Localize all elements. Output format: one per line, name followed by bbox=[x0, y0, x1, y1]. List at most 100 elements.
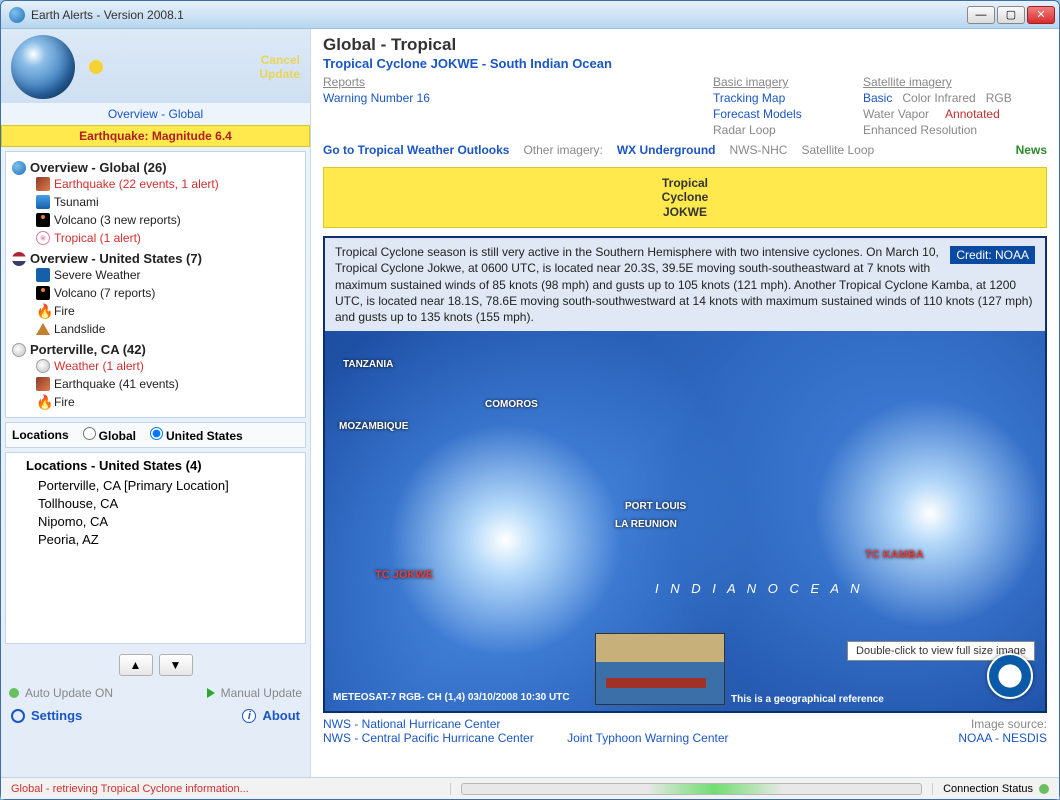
sat-cir-link[interactable]: Color Infrared bbox=[902, 91, 975, 105]
satellite-description: Credit: NOAA Tropical Cyclone season is … bbox=[325, 238, 1045, 331]
nws-nhc-link[interactable]: NWS-NHC bbox=[729, 143, 787, 157]
scope-global-radio[interactable]: Global bbox=[75, 427, 136, 443]
wx-underground-link[interactable]: WX Underground bbox=[617, 143, 716, 157]
gear-icon bbox=[11, 709, 25, 723]
weather-icon bbox=[12, 343, 26, 357]
tree-item[interactable]: Volcano (7 reports) bbox=[12, 284, 299, 302]
minimize-button[interactable]: — bbox=[967, 6, 995, 24]
sat-loop-link[interactable]: Satellite Loop bbox=[801, 143, 874, 157]
outlook-link[interactable]: Go to Tropical Weather Outlooks bbox=[323, 143, 509, 157]
sat-imagery-header: Satellite imagery bbox=[863, 75, 1047, 89]
jtwc-link[interactable]: Joint Typhoon Warning Center bbox=[567, 731, 728, 745]
landslide-icon bbox=[36, 323, 50, 335]
geo-thumb bbox=[595, 633, 725, 705]
nhc-link[interactable]: NWS - National Hurricane Center bbox=[323, 717, 729, 731]
description-text: Tropical Cyclone season is still very ac… bbox=[335, 245, 1032, 324]
right-panel: Global - Tropical Tropical Cyclone JOKWE… bbox=[311, 29, 1059, 777]
label-tanzania: TANZANIA bbox=[343, 359, 393, 370]
link-grid: Reports Warning Number 16 Basic imagery … bbox=[323, 75, 1047, 137]
tree-group[interactable]: Overview - United States (7) bbox=[12, 251, 299, 266]
tree-group[interactable]: Porterville, CA (42) bbox=[12, 342, 299, 357]
sat-wv-link[interactable]: Water Vapor bbox=[863, 107, 929, 121]
image-source-label: Image source: bbox=[958, 717, 1047, 731]
geo-text: This is a geographical reference bbox=[731, 694, 884, 705]
location-item[interactable]: Nipomo, CA bbox=[26, 513, 297, 531]
tree-item[interactable]: Earthquake (41 events) bbox=[12, 375, 299, 393]
cancel-text: Cancel bbox=[103, 53, 300, 67]
cyclone-label[interactable]: TropicalCycloneJOKWE bbox=[323, 167, 1047, 228]
sat-basic-link[interactable]: Basic bbox=[863, 91, 892, 105]
manual-update-link[interactable]: Manual Update bbox=[221, 686, 302, 700]
close-button[interactable]: ✕ bbox=[1027, 6, 1055, 24]
tree-item[interactable]: Earthquake (22 events, 1 alert) bbox=[12, 175, 299, 193]
sat-rgb-link[interactable]: RGB bbox=[986, 91, 1012, 105]
tree-item[interactable]: Landslide bbox=[12, 320, 299, 338]
nav-buttons: ▲ ▼ bbox=[1, 648, 310, 682]
app-icon bbox=[9, 7, 25, 23]
credit-badge: Credit: NOAA bbox=[950, 246, 1035, 264]
label-tc-jokwe: TC JOKWE bbox=[375, 569, 433, 581]
tree-item[interactable]: Weather (1 alert) bbox=[12, 357, 299, 375]
titlebar: Earth Alerts - Version 2008.1 — ▢ ✕ bbox=[1, 1, 1059, 29]
tree-group[interactable]: Overview - Global (26) bbox=[12, 160, 299, 175]
progress-bar bbox=[461, 783, 922, 795]
statusbar: Global - retrieving Tropical Cyclone inf… bbox=[1, 777, 1059, 799]
settings-link[interactable]: Settings bbox=[31, 708, 82, 723]
nav-up-button[interactable]: ▲ bbox=[119, 654, 153, 676]
location-item[interactable]: Porterville, CA [Primary Location] bbox=[26, 477, 297, 495]
locations-list: Locations - United States (4) Portervill… bbox=[5, 452, 306, 644]
noaa-logo-icon bbox=[987, 653, 1033, 699]
label-ocean: I N D I A N O C E A N bbox=[655, 581, 863, 596]
page-title: Global - Tropical bbox=[323, 35, 1047, 55]
tsunami-icon bbox=[36, 195, 50, 209]
sat-annotated-link[interactable]: Annotated bbox=[945, 107, 1000, 121]
alert-banner[interactable]: Earthquake: Magnitude 6.4 bbox=[1, 125, 310, 147]
locations-list-title: Locations - United States (4) bbox=[14, 457, 297, 475]
info-icon: i bbox=[242, 709, 256, 723]
label-mozambique: MOZAMBIQUE bbox=[339, 421, 408, 432]
settings-row: Settings i About bbox=[1, 704, 310, 731]
satellite-image[interactable]: TANZANIA MOZAMBIQUE COMOROS PORT LOUIS L… bbox=[325, 331, 1045, 711]
overview-link[interactable]: Overview - Global bbox=[1, 103, 310, 125]
fire-icon: 🔥 bbox=[36, 304, 50, 318]
tree-item[interactable]: Volcano (3 new reports) bbox=[12, 211, 299, 229]
sat-enh-link[interactable]: Enhanced Resolution bbox=[863, 123, 1047, 137]
news-link[interactable]: News bbox=[1016, 143, 1047, 157]
update-text: Update bbox=[103, 67, 300, 81]
about-link[interactable]: About bbox=[262, 708, 300, 723]
tree-item[interactable]: 🔥Fire bbox=[12, 302, 299, 320]
tree-panel: Overview - Global (26)Earthquake (22 eve… bbox=[5, 151, 306, 418]
locations-filter: Locations Global United States bbox=[5, 422, 306, 448]
scope-us-radio[interactable]: United States bbox=[142, 427, 243, 443]
page-subtitle: Tropical Cyclone JOKWE - South Indian Oc… bbox=[323, 55, 1047, 73]
nav-down-button[interactable]: ▼ bbox=[159, 654, 193, 676]
tree-item[interactable]: Tropical (1 alert) bbox=[12, 229, 299, 247]
left-panel: Cancel Update Overview - Global Earthqua… bbox=[1, 29, 311, 777]
report-link[interactable]: Warning Number 16 bbox=[323, 91, 703, 105]
locations-label: Locations bbox=[12, 428, 69, 442]
cancel-update-link[interactable]: Cancel Update bbox=[103, 53, 300, 82]
forecast-models-link[interactable]: Forecast Models bbox=[713, 107, 853, 121]
cphc-link[interactable]: NWS - Central Pacific Hurricane Center bbox=[323, 731, 534, 745]
progress-cell bbox=[451, 783, 933, 795]
outlook-row: Go to Tropical Weather Outlooks Other im… bbox=[323, 143, 1047, 157]
tree-item[interactable]: Tsunami bbox=[12, 193, 299, 211]
connection-dot-icon bbox=[1039, 784, 1049, 794]
quake-icon bbox=[36, 377, 50, 391]
image-source-link[interactable]: NOAA - NESDIS bbox=[958, 731, 1047, 745]
status-message: Global - retrieving Tropical Cyclone inf… bbox=[1, 783, 451, 795]
connection-status: Connection Status bbox=[933, 783, 1059, 795]
tree-item[interactable]: Severe Weather bbox=[12, 266, 299, 284]
tracking-map-link[interactable]: Tracking Map bbox=[713, 91, 853, 105]
maximize-button[interactable]: ▢ bbox=[997, 6, 1025, 24]
tree-item[interactable]: 🔥Fire bbox=[12, 393, 299, 411]
content-area: Cancel Update Overview - Global Earthqua… bbox=[1, 29, 1059, 777]
label-portlouis: PORT LOUIS bbox=[625, 501, 686, 512]
weather-icon bbox=[36, 359, 50, 373]
app-window: Earth Alerts - Version 2008.1 — ▢ ✕ Canc… bbox=[0, 0, 1060, 800]
radar-loop-link[interactable]: Radar Loop bbox=[713, 123, 853, 137]
location-item[interactable]: Peoria, AZ bbox=[26, 531, 297, 549]
globe-icon bbox=[11, 35, 75, 99]
location-item[interactable]: Tollhouse, CA bbox=[26, 495, 297, 513]
connection-label: Connection Status bbox=[943, 783, 1033, 795]
